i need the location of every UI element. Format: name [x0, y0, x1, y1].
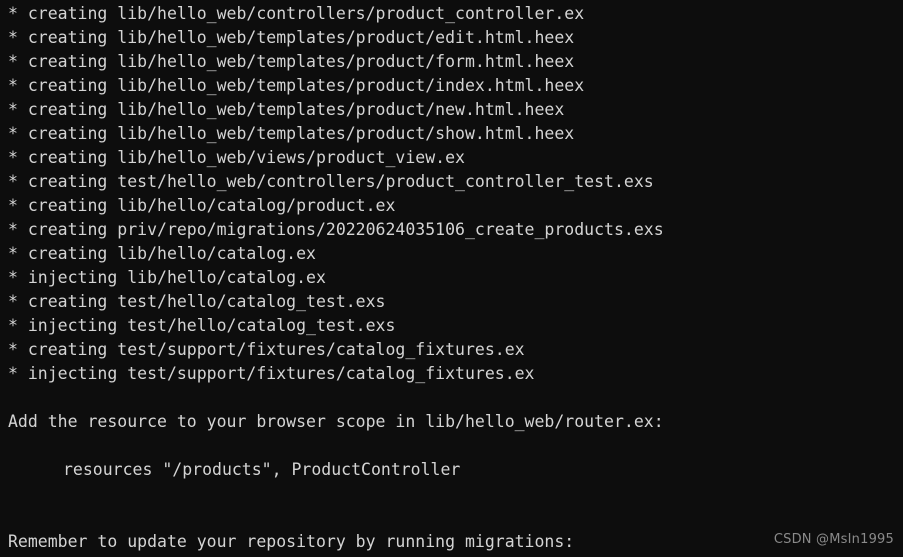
terminal-line: * creating priv/repo/migrations/20220624…: [8, 220, 664, 239]
terminal-line: * creating test/hello/catalog_test.exs: [8, 292, 386, 311]
terminal-line: * creating test/support/fixtures/catalog…: [8, 340, 525, 359]
terminal-line: * creating lib/hello_web/controllers/pro…: [8, 4, 585, 23]
terminal-line: * creating lib/hello/catalog.ex: [8, 244, 316, 263]
terminal-line: * creating lib/hello_web/views/product_v…: [8, 148, 465, 167]
terminal-line: * creating lib/hello_web/templates/produ…: [8, 52, 575, 71]
terminal-output-pane[interactable]: * creating lib/hello_web/controllers/pro…: [0, 0, 903, 557]
terminal-line: * creating lib/hello_web/templates/produ…: [8, 100, 565, 119]
terminal-line: * creating lib/hello_web/templates/produ…: [8, 28, 575, 47]
csdn-watermark: CSDN @MsIn1995: [773, 532, 894, 547]
terminal-line: * creating lib/hello_web/templates/produ…: [8, 124, 575, 143]
terminal-line: resources "/products", ProductController: [63, 460, 461, 479]
terminal-line: * injecting lib/hello/catalog.ex: [8, 268, 326, 287]
terminal-line: Add the resource to your browser scope i…: [8, 412, 664, 431]
terminal-line: * creating lib/hello/catalog/product.ex: [8, 196, 396, 215]
terminal-line: Remember to update your repository by ru…: [8, 532, 575, 551]
terminal-line: * injecting test/support/fixtures/catalo…: [8, 364, 535, 383]
terminal-line: * creating test/hello_web/controllers/pr…: [8, 172, 654, 191]
terminal-line: * injecting test/hello/catalog_test.exs: [8, 316, 396, 335]
terminal-line: * creating lib/hello_web/templates/produ…: [8, 76, 585, 95]
terminal-line-list: * creating lib/hello_web/controllers/pro…: [8, 2, 903, 554]
